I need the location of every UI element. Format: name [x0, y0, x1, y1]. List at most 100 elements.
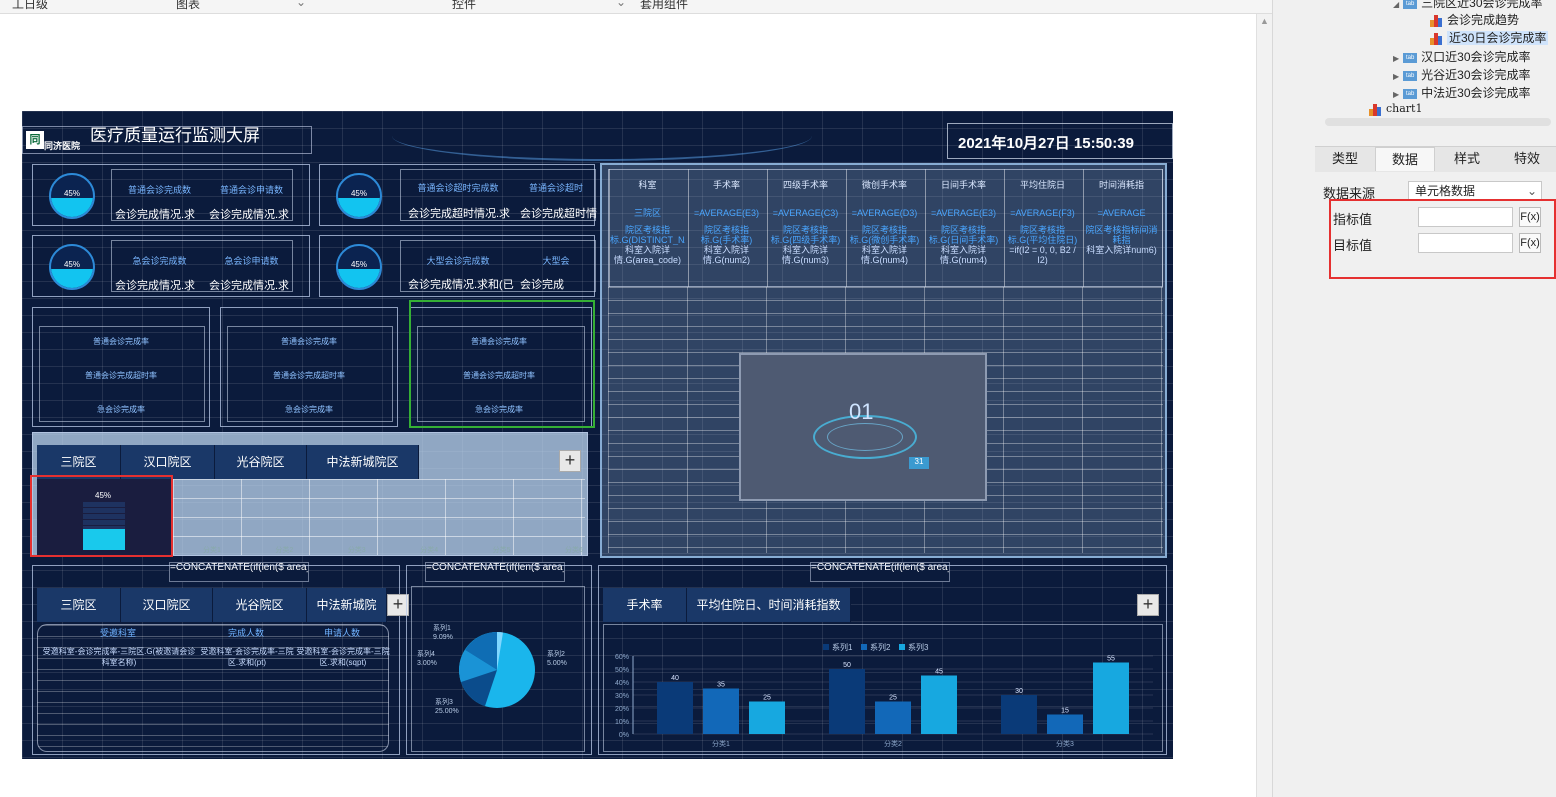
tab-data[interactable]: 数据 [1375, 147, 1435, 171]
kpi-value: 会诊完成情况.求 [209, 209, 290, 221]
kpi-header: 大型会 [542, 256, 570, 266]
table-cell[interactable]: 院区考核指标.G(日间手术率) [926, 225, 1001, 245]
list-header: 完成人数 [227, 628, 264, 638]
y-tick-label: 30% [615, 693, 629, 700]
table-cell[interactable]: 院区考核指标.G(DISTINCT_NAME) [610, 225, 685, 245]
tree-item[interactable]: ▶ tab 中法近30会诊完成率 [1393, 84, 1531, 101]
pie-label: 系列1 9.09% [433, 625, 453, 641]
table-header-cell[interactable]: 平均住院日 [1005, 169, 1080, 201]
table-header-cell[interactable]: 科室 [610, 169, 685, 201]
table-cell[interactable]: 科室入院详情.G(num4) [847, 245, 922, 277]
tab-district[interactable]: 光谷院区 [215, 445, 307, 479]
table-cell[interactable]: 院区考核指标.G(四级手术率) [768, 225, 843, 245]
pie-chart-panel[interactable]: 系列1 9.09% 系列4 3.00% 系列3 25.00% 系列2 5.00% [406, 565, 592, 755]
formula-button[interactable]: F(x) [1519, 233, 1541, 253]
bar-chart-panel[interactable]: 手术率 平均住院日、时间消耗指数 + 60% 50% 40% 30% 20% 10% 0% 系… [598, 565, 1167, 755]
tab-district[interactable]: 汉口院区 [121, 445, 215, 479]
bar-chart[interactable]: 60% 50% 40% 30% 20% 10% 0% 系列1 系列2 系列3 40 35 25 分类1 50… [603, 624, 1163, 754]
tree-horizontal-scrollbar[interactable] [1325, 118, 1551, 126]
tree-item[interactable]: 会诊完成趋势 [1430, 11, 1519, 28]
scroll-up-icon[interactable]: ▲ [1260, 16, 1269, 26]
table-cell[interactable]: =AVERAGE(E3) [926, 201, 1001, 225]
pie-label: 系列2 5.00% [547, 651, 567, 667]
tree-item[interactable]: chart1 [1369, 102, 1422, 116]
table-header-cell[interactable]: 微创手术率 [847, 169, 922, 201]
mini-chart-area [173, 479, 585, 555]
indicator-value-input[interactable] [1418, 207, 1513, 227]
table-cell[interactable]: 院区考核指标间消耗指 [1084, 225, 1159, 245]
rate-panel[interactable]: 普通会诊完成率 普通会诊完成超时率 急会诊完成率 [32, 307, 210, 427]
chart-icon [1369, 103, 1382, 116]
tab-effect[interactable]: 特效 [1497, 147, 1556, 171]
tab-metric[interactable]: 平均住院日、时间消耗指数 [687, 588, 851, 622]
gauge-icon: 45% [49, 244, 95, 290]
target-value-input[interactable] [1418, 233, 1513, 253]
add-tab-button[interactable]: + [559, 450, 581, 472]
bar-value-label: 50 [843, 662, 851, 669]
kpi-card[interactable]: 45% 普通会诊超时完成数 普通会诊超时 会诊完成超时情况.求 会诊完成超时情 [319, 164, 597, 226]
media-overlay[interactable]: 01 31 [739, 353, 987, 501]
bar-value-label: 15 [1061, 708, 1069, 715]
add-tab-button[interactable]: + [1137, 594, 1159, 616]
table-cell[interactable]: 科室入院详情.G(area_code) [610, 245, 685, 277]
table-cell[interactable]: 科室入院详num6) [1084, 245, 1159, 277]
tree-item[interactable]: ▶ tab 汉口近30会诊完成率 [1393, 48, 1531, 65]
rate-panel[interactable]: 普通会诊完成率 普通会诊完成超时率 急会诊完成率 [220, 307, 398, 427]
tree-item-selected[interactable]: 近30日会诊完成率 [1430, 29, 1549, 46]
pie-label: 系列4 3.00% [417, 651, 437, 667]
table-cell[interactable]: 科室入院详情.G(num4) [926, 245, 1001, 277]
table-cell[interactable]: =AVERAGE(E3) [689, 201, 764, 225]
tab-district[interactable]: 三院区 [37, 588, 121, 622]
table-cell[interactable]: 三院区 [610, 201, 685, 225]
table-cell[interactable]: 院区考核指标.G(平均住院日) [1005, 225, 1080, 245]
table-header-cell[interactable]: 手术率 [689, 169, 764, 201]
tab-style[interactable]: 样式 [1437, 147, 1497, 171]
vertical-scrollbar[interactable]: ▲ [1256, 14, 1272, 797]
table-header-cell[interactable]: 四级手术率 [768, 169, 843, 201]
kpi-card[interactable]: 45% 急会诊完成数 急会诊申请数 会诊完成情况.求 会诊完成情况.求 [32, 235, 310, 297]
table-cell[interactable]: 科室入院详情.G(num3) [768, 245, 843, 277]
tab-district[interactable]: 三院区 [37, 445, 121, 479]
kpi-card[interactable]: 45% 大型会诊完成数 大型会 会诊完成情况.求和(已 会诊完成 [319, 235, 596, 297]
toolbar-item[interactable]: 工日级 [12, 0, 48, 12]
y-tick-label: 0% [619, 732, 629, 739]
list-header: 申请人数 [323, 628, 360, 638]
list-header: 受邀科室 [99, 628, 136, 638]
tab-district[interactable]: 中法新城院区 [307, 445, 419, 479]
data-table-panel[interactable]: 科室 手术率 四级手术率 微创手术率 日间手术率 平均住院日 时间消耗指 三院区 =AVERAG… [600, 163, 1167, 558]
dashboard-preview[interactable]: 同 同济医院 医疗质量运行监测大屏 2021年10月27日 15:50:39 4… [22, 111, 1173, 759]
table-header-cell[interactable]: 时间消耗指 [1084, 169, 1159, 201]
tree-item[interactable]: ▶ tab 光谷近30会诊完成率 [1393, 66, 1531, 83]
tab-panel-departments[interactable]: 三院区 汉口院区 光谷院区 中法新城院 + 受邀科室 完成人数 申请人数 受邀科… [32, 565, 409, 755]
legend-label: 系列3 [908, 642, 929, 652]
kpi-header: 急会诊申请数 [224, 256, 279, 266]
bar [657, 682, 693, 734]
tab-metric[interactable]: 手术率 [603, 588, 687, 622]
table-cell[interactable]: 院区考核指标.G(手术率) [689, 225, 764, 245]
toolbar-item[interactable]: 套用组件 [640, 0, 688, 12]
toolbar-item[interactable]: 图表 [176, 0, 200, 12]
table-header-cell[interactable]: 日间手术率 [926, 169, 1001, 201]
data-source-select[interactable]: 单元格数据 ⌄ [1408, 181, 1542, 201]
pie-chart[interactable] [457, 630, 537, 710]
tab-type[interactable]: 类型 [1317, 147, 1373, 171]
tab-district[interactable]: 光谷院区 [213, 588, 307, 622]
toolbar-item[interactable]: 控件 [452, 0, 476, 12]
list-cell: 受邀科室-会诊完成率-三院区.求和(sqpt) [296, 647, 390, 667]
list-cell: 受邀科室-会诊完成率-三院区.G(被邀请会诊科室名称) [42, 647, 196, 667]
table-cell[interactable]: =AVERAGE(D3) [847, 201, 922, 225]
table-cell[interactable]: =AVERAGE [1084, 201, 1159, 225]
table-cell[interactable]: 院区考核指标.G(微创手术率) [847, 225, 922, 245]
tab-district[interactable]: 中法新城院 [307, 588, 387, 622]
table-cell[interactable]: 科室入院详情.G(num2) [689, 245, 764, 277]
table-cell[interactable]: =AVERAGE(F3) [1005, 201, 1080, 225]
table-cell[interactable]: =AVERAGE(C3) [768, 201, 843, 225]
tree-item[interactable]: ◢ tab 三院区近30会诊完成率 [1393, 0, 1543, 11]
y-tick-label: 50% [615, 667, 629, 674]
tab-district[interactable]: 汉口院区 [121, 588, 213, 622]
kpi-card[interactable]: 45% 普通会诊完成数 普通会诊申请数 会诊完成情况.求 会诊完成情况.求 [32, 164, 310, 226]
rate-row-label: 急会诊完成率 [97, 405, 145, 414]
logo-text: 同济医院 [44, 141, 81, 151]
table-cell[interactable]: =if(I2 = 0, 0, B2 / I2) [1005, 245, 1080, 277]
formula-button[interactable]: F(x) [1519, 207, 1541, 227]
